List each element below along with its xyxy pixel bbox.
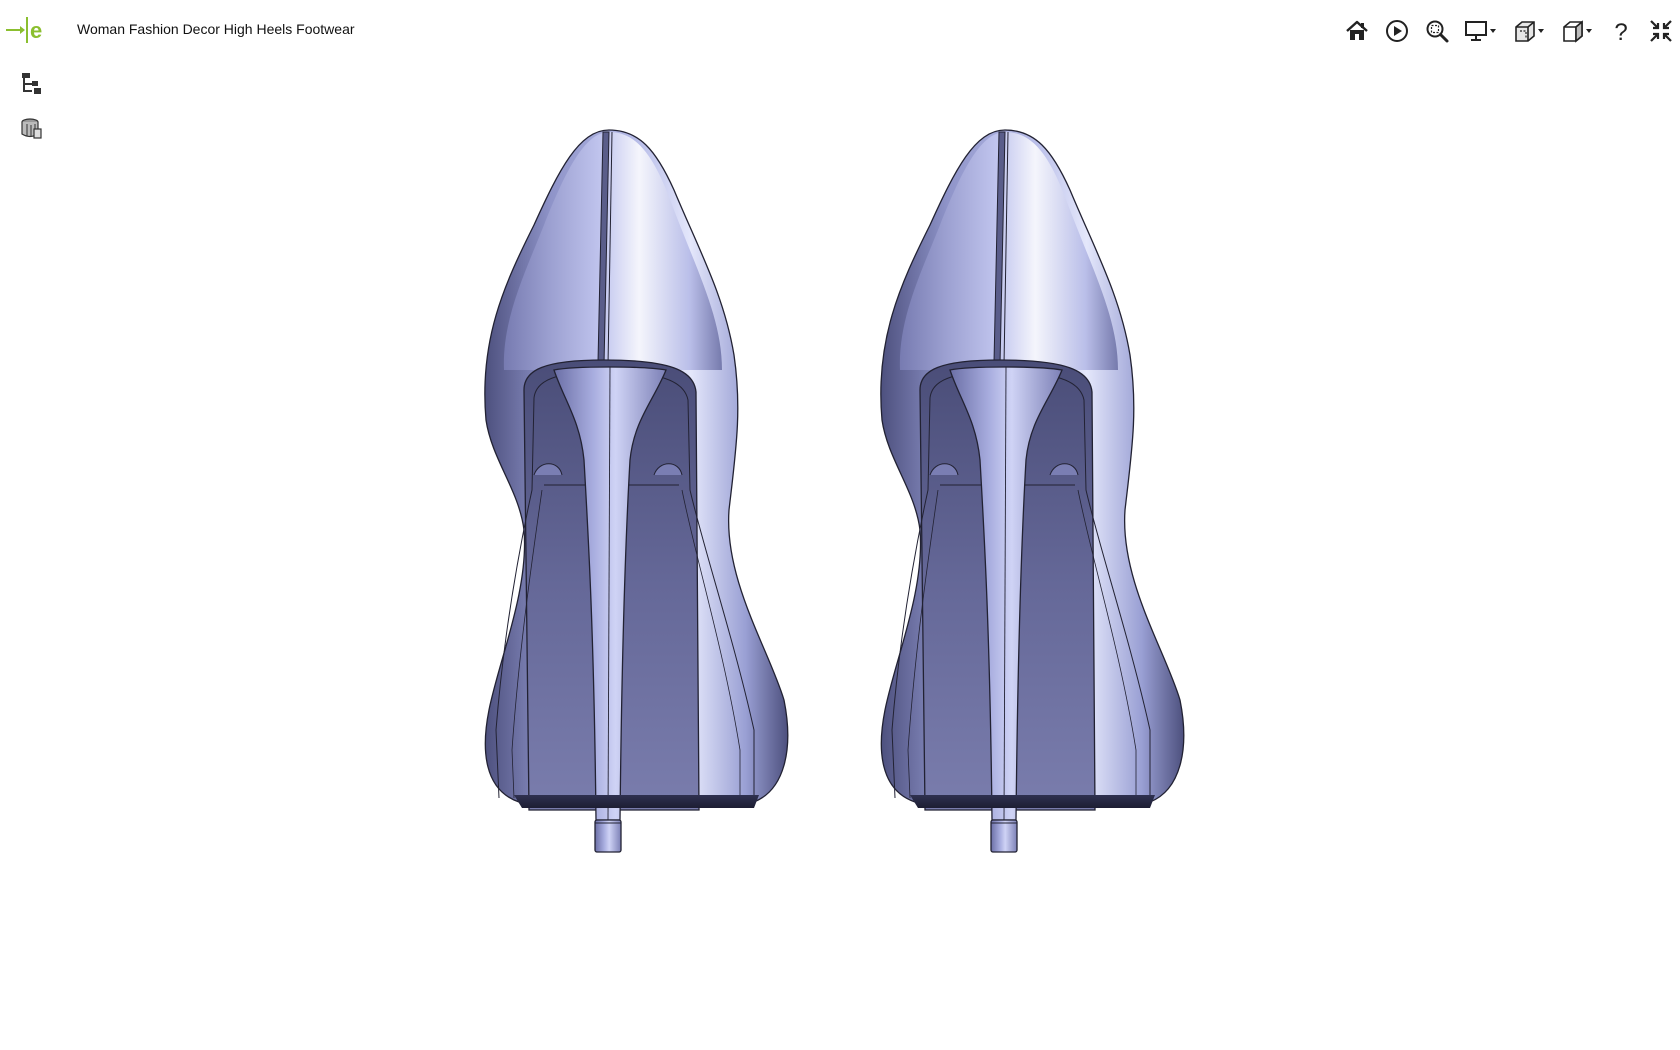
standard-views-icon[interactable] bbox=[1560, 14, 1594, 48]
svg-text:e: e bbox=[30, 18, 42, 43]
exit-fullscreen-icon[interactable] bbox=[1648, 14, 1674, 48]
edrawings-logo-icon: e bbox=[6, 14, 50, 44]
edrawings-viewer: e Woman Fashion Decor High Heels Footwea… bbox=[0, 0, 1680, 1050]
help-icon[interactable]: ? bbox=[1608, 14, 1634, 48]
right-shoe bbox=[880, 129, 1185, 853]
home-icon[interactable] bbox=[1344, 14, 1370, 48]
svg-text:?: ? bbox=[1614, 19, 1627, 44]
display-style-icon[interactable] bbox=[1464, 14, 1498, 48]
main-toolbar: ? bbox=[1330, 14, 1674, 48]
section-view-icon[interactable] bbox=[1512, 14, 1546, 48]
model-viewport[interactable] bbox=[0, 60, 1680, 1050]
play-animation-icon[interactable] bbox=[1384, 14, 1410, 48]
left-shoe bbox=[484, 129, 789, 853]
zoom-to-fit-icon[interactable] bbox=[1424, 14, 1450, 48]
document-title: Woman Fashion Decor High Heels Footwear bbox=[77, 21, 355, 37]
